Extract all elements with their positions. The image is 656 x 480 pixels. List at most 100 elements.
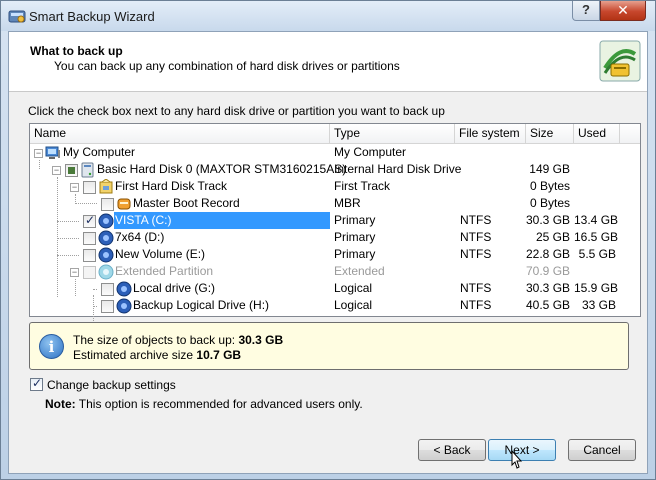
row-size: 30.3 GB bbox=[526, 213, 571, 227]
row-name: VISTA (C:) bbox=[114, 212, 330, 229]
row-size: 25 GB bbox=[535, 230, 570, 244]
row-type: Primary bbox=[334, 230, 376, 244]
summary-panel: i The size of objects to back up: 30.3 G… bbox=[29, 322, 629, 370]
tree-row-extended[interactable]: − Extended Partition Extended 70.9 GB bbox=[30, 263, 640, 280]
row-name: My Computer bbox=[63, 145, 136, 159]
tree-row-7x64[interactable]: 7x64 (D:) Primary NTFS 25 GB 16.5 GB bbox=[30, 229, 640, 246]
row-size: 22.8 GB bbox=[526, 247, 571, 261]
collapse-toggle[interactable]: − bbox=[34, 149, 43, 158]
row-type: Primary bbox=[334, 213, 376, 227]
partition-icon bbox=[98, 230, 114, 246]
app-icon bbox=[8, 10, 26, 23]
column-used[interactable]: Used bbox=[574, 124, 620, 144]
row-checkbox[interactable] bbox=[83, 181, 96, 194]
tree-row-new-volume[interactable]: New Volume (E:) Primary NTFS 22.8 GB 5.5… bbox=[30, 246, 640, 263]
collapse-toggle[interactable]: − bbox=[52, 166, 61, 175]
column-filesystem[interactable]: File system bbox=[455, 124, 526, 144]
row-name: Local drive (G:) bbox=[133, 281, 216, 295]
column-size[interactable]: Size bbox=[526, 124, 574, 144]
cancel-button[interactable]: Cancel bbox=[568, 439, 636, 461]
row-type: Logical bbox=[334, 298, 373, 312]
row-checkbox bbox=[83, 266, 96, 279]
backup-wizard-icon bbox=[599, 40, 641, 82]
row-checkbox[interactable] bbox=[101, 283, 114, 296]
row-type: My Computer bbox=[334, 145, 407, 159]
row-type: First Track bbox=[334, 179, 390, 193]
row-name: 7x64 (D:) bbox=[115, 230, 165, 244]
row-type: MBR bbox=[334, 196, 361, 210]
row-size: 70.9 GB bbox=[526, 264, 571, 278]
row-name: First Hard Disk Track bbox=[115, 179, 228, 193]
row-name: Extended Partition bbox=[115, 264, 214, 278]
row-checkbox[interactable] bbox=[83, 213, 96, 228]
row-type: Extended bbox=[334, 264, 385, 278]
row-filesystem: NTFS bbox=[460, 247, 492, 261]
row-used: 5.5 GB bbox=[578, 247, 616, 261]
help-button[interactable]: ? bbox=[572, 1, 600, 21]
advanced-note: Note: This option is recommended for adv… bbox=[45, 397, 363, 411]
row-filesystem: NTFS bbox=[460, 298, 492, 312]
row-checkbox[interactable] bbox=[83, 232, 96, 245]
row-type: Internal Hard Disk Drive bbox=[334, 162, 462, 176]
row-used: 33 GB bbox=[581, 298, 616, 312]
row-name: Basic Hard Disk 0 (MAXTOR STM3160215AS) bbox=[97, 162, 347, 176]
row-size: 149 GB bbox=[529, 162, 570, 176]
partition-icon bbox=[116, 298, 132, 314]
mouse-pointer-icon bbox=[511, 450, 523, 469]
tree-row-mbr[interactable]: Master Boot Record MBR 0 Bytes bbox=[30, 195, 640, 212]
extended-partition-icon bbox=[98, 264, 114, 280]
column-type[interactable]: Type bbox=[330, 124, 455, 144]
row-checkbox[interactable] bbox=[65, 164, 78, 177]
tree-row-first-track[interactable]: − First Hard Disk Track First Track 0 By… bbox=[30, 178, 640, 195]
tree-row-backup-logical[interactable]: Backup Logical Drive (H:) Logical NTFS 4… bbox=[30, 297, 640, 314]
row-used: 13.4 GB bbox=[574, 213, 619, 227]
row-checkbox[interactable] bbox=[101, 198, 114, 211]
partition-icon bbox=[98, 247, 114, 263]
disk-tree[interactable]: Name Type File system Size Used − My Com… bbox=[29, 123, 641, 329]
row-size: 40.5 GB bbox=[526, 298, 571, 312]
change-settings-checkbox[interactable] bbox=[30, 376, 43, 391]
backup-size-line: The size of objects to back up: 30.3 GB bbox=[73, 333, 283, 347]
row-type: Primary bbox=[334, 247, 376, 261]
page-title: What to back up bbox=[30, 44, 123, 58]
collapse-toggle[interactable]: − bbox=[70, 183, 79, 192]
change-settings-label[interactable]: Change backup settings bbox=[47, 378, 176, 392]
close-button[interactable]: ✕ bbox=[600, 1, 646, 21]
row-name: Master Boot Record bbox=[133, 196, 240, 210]
back-button[interactable]: < Back bbox=[418, 439, 486, 461]
note-text: This option is recommended for advanced … bbox=[78, 397, 363, 411]
tree-row-vista[interactable]: VISTA (C:) Primary NTFS 30.3 GB 13.4 GB bbox=[30, 212, 640, 229]
row-checkbox[interactable] bbox=[101, 300, 114, 313]
row-name: Backup Logical Drive (H:) bbox=[133, 298, 270, 312]
tree-row-my-computer[interactable]: − My Computer My Computer bbox=[30, 144, 640, 161]
wizard-header: What to back up You can back up any comb… bbox=[9, 32, 647, 92]
partition-icon bbox=[116, 281, 132, 297]
row-filesystem: NTFS bbox=[460, 213, 492, 227]
note-label: Note: bbox=[45, 397, 76, 411]
title-bar: Smart Backup Wizard ? ✕ bbox=[1, 1, 655, 31]
row-size: 0 Bytes bbox=[529, 179, 570, 193]
partition-icon bbox=[98, 213, 114, 229]
tree-row-local-drive[interactable]: Local drive (G:) Logical NTFS 30.3 GB 15… bbox=[30, 280, 640, 297]
info-icon: i bbox=[39, 334, 64, 359]
wizard-content: What to back up You can back up any comb… bbox=[8, 31, 648, 474]
column-name[interactable]: Name bbox=[30, 124, 330, 144]
row-size: 30.3 GB bbox=[526, 281, 571, 295]
row-checkbox[interactable] bbox=[83, 249, 96, 262]
page-subtitle: You can back up any combination of hard … bbox=[54, 59, 400, 73]
collapse-toggle[interactable]: − bbox=[70, 268, 79, 277]
hard-disk-icon bbox=[81, 162, 94, 178]
mbr-icon bbox=[117, 198, 131, 210]
backup-size-label: The size of objects to back up: bbox=[73, 333, 236, 347]
wizard-window: Smart Backup Wizard ? ✕ What to back up … bbox=[0, 0, 656, 480]
tree-header: Name Type File system Size Used bbox=[30, 124, 640, 144]
archive-size-label: Estimated archive size bbox=[73, 348, 194, 362]
row-filesystem: NTFS bbox=[460, 281, 492, 295]
row-name: New Volume (E:) bbox=[115, 247, 206, 261]
tree-row-hard-disk-0[interactable]: − Basic Hard Disk 0 (MAXTOR STM3160215AS… bbox=[30, 161, 640, 178]
row-type: Logical bbox=[334, 281, 373, 295]
row-used: 15.9 GB bbox=[574, 281, 619, 295]
archive-size-value: 10.7 GB bbox=[196, 348, 242, 362]
window-title: Smart Backup Wizard bbox=[29, 9, 155, 24]
computer-icon bbox=[45, 146, 60, 159]
